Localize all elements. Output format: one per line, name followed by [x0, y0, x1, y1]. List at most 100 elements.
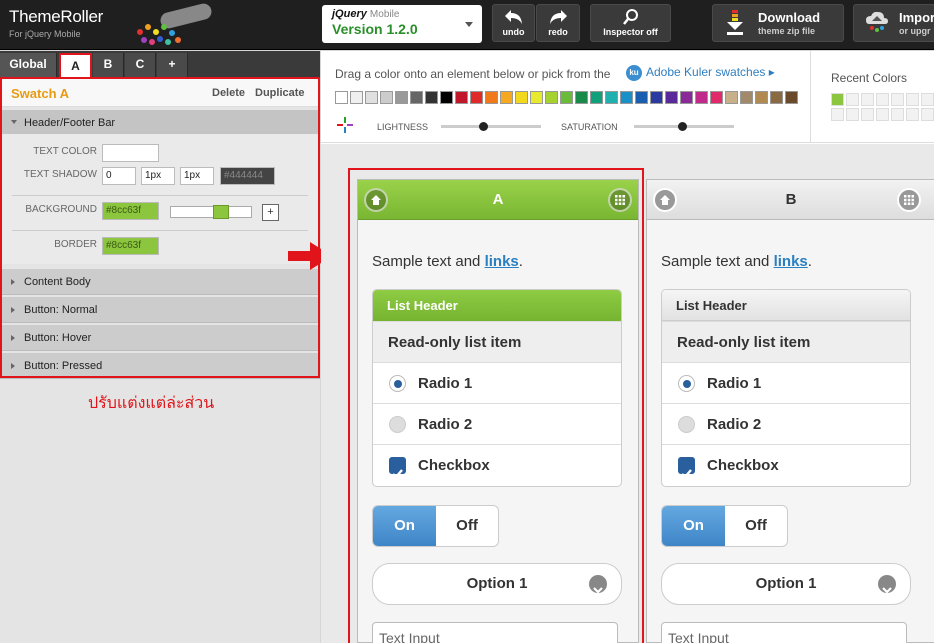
color-swatch[interactable] [605, 91, 618, 104]
radio-1[interactable]: Radio 1 [662, 362, 910, 403]
color-swatch[interactable] [725, 91, 738, 104]
option-select[interactable]: Option 1 [661, 563, 911, 605]
color-swatch[interactable] [635, 91, 648, 104]
swatch-panel: Swatch A Delete Duplicate Header/Footer … [0, 77, 320, 643]
kuler-link[interactable]: ku Adobe Kuler swatches ▸ [626, 65, 775, 81]
color-swatch[interactable] [455, 91, 468, 104]
tab-global[interactable]: Global [0, 53, 57, 77]
slider-handle[interactable] [678, 122, 687, 131]
color-swatch[interactable] [695, 91, 708, 104]
saturation-label: SATURATION [561, 122, 618, 132]
color-swatch[interactable] [425, 91, 438, 104]
inspector-toggle[interactable]: Inspector off [590, 4, 671, 42]
slider-handle[interactable] [479, 122, 488, 131]
kuler-icon: ku [626, 65, 642, 81]
color-swatch[interactable] [365, 91, 378, 104]
download-label: Download [758, 10, 821, 25]
tab-b[interactable]: B [93, 53, 124, 77]
color-swatch[interactable] [710, 91, 723, 104]
color-swatch[interactable] [770, 91, 783, 104]
recent-color-slot[interactable] [861, 93, 874, 106]
saturation-slider[interactable] [634, 122, 734, 131]
tab-a[interactable]: A [59, 53, 92, 77]
flip-on[interactable]: On [662, 506, 725, 546]
recent-color-slot[interactable] [846, 93, 859, 106]
highlight-box [0, 77, 320, 378]
top-bar: ThemeRoller For jQuery Mobile jQuery Mob… [0, 0, 934, 50]
recent-color-slot[interactable] [876, 93, 889, 106]
redo-icon [550, 10, 567, 24]
undo-button[interactable]: undo [492, 4, 535, 42]
text-input[interactable]: Text Input [661, 622, 907, 643]
checkbox[interactable]: Checkbox [662, 444, 910, 485]
lightness-label: LIGHTNESS [377, 122, 429, 132]
color-swatch[interactable] [650, 91, 663, 104]
color-swatch[interactable] [680, 91, 693, 104]
redo-button[interactable]: redo [536, 4, 580, 42]
import-sublabel: or upgr [899, 26, 931, 36]
flip-off[interactable]: Off [725, 506, 787, 546]
undo-icon [504, 10, 522, 24]
tab-c[interactable]: C [125, 53, 156, 77]
radio-2[interactable]: Radio 2 [662, 403, 910, 444]
tab-add[interactable]: + [157, 53, 188, 77]
recent-color-slot[interactable] [831, 108, 844, 121]
list-view: List Header Read-only list item Radio 1 … [661, 289, 911, 487]
checkbox-checked-icon [678, 457, 695, 479]
grid-icon[interactable] [897, 188, 921, 212]
color-swatches [335, 91, 800, 105]
color-swatch[interactable] [380, 91, 393, 104]
color-swatch[interactable] [515, 91, 528, 104]
recent-color-slot[interactable] [921, 108, 934, 121]
color-swatch[interactable] [755, 91, 768, 104]
sample-text: Sample text and links. [661, 253, 812, 270]
crosshair-icon[interactable] [337, 117, 353, 133]
swatch-tabs: Global A B C + [0, 51, 320, 77]
version-label: Version 1.2.0 [332, 21, 418, 37]
recent-color-slot[interactable] [906, 108, 919, 121]
color-swatch[interactable] [485, 91, 498, 104]
flip-switch[interactable]: On Off [661, 505, 788, 547]
recent-color-slot[interactable] [891, 108, 904, 121]
list-header: List Header [662, 290, 910, 321]
color-swatch[interactable] [410, 91, 423, 104]
color-swatch[interactable] [545, 91, 558, 104]
recent-color-slot[interactable] [876, 108, 889, 121]
color-palette: Drag a color onto an element below or pi… [321, 51, 934, 143]
color-swatch[interactable] [440, 91, 453, 104]
recent-color-slot[interactable] [891, 93, 904, 106]
color-swatch[interactable] [560, 91, 573, 104]
color-swatch[interactable] [665, 91, 678, 104]
color-swatch[interactable] [740, 91, 753, 104]
recent-color-slot[interactable] [906, 93, 919, 106]
color-swatch[interactable] [530, 91, 543, 104]
recent-color-slot[interactable] [831, 93, 844, 106]
color-swatch[interactable] [620, 91, 633, 104]
download-icon [727, 10, 743, 35]
sample-link[interactable]: links [774, 253, 808, 270]
version-select[interactable]: jQuery Mobile Version 1.2.0 [322, 5, 482, 43]
recent-color-slot[interactable] [921, 93, 934, 106]
color-swatch[interactable] [590, 91, 603, 104]
lightness-slider[interactable] [441, 122, 541, 131]
magnifier-icon [622, 9, 638, 25]
recent-colors: Recent Colors [810, 51, 934, 143]
recent-color-slot[interactable] [846, 108, 859, 121]
download-button[interactable]: Download theme zip file [712, 4, 844, 42]
color-swatch[interactable] [395, 91, 408, 104]
color-swatch[interactable] [350, 91, 363, 104]
color-swatch[interactable] [335, 91, 348, 104]
undo-label: undo [502, 27, 525, 37]
color-swatch[interactable] [575, 91, 588, 104]
redo-label: redo [548, 27, 568, 37]
color-swatch[interactable] [785, 91, 798, 104]
swatch-b-preview[interactable]: B Sample text and links. List Header Rea… [646, 179, 934, 643]
color-swatch[interactable] [470, 91, 483, 104]
home-icon[interactable] [653, 188, 677, 212]
chevron-down-icon [465, 22, 473, 27]
recent-color-slot[interactable] [861, 108, 874, 121]
radio-on-icon [678, 375, 695, 392]
import-button[interactable]: Impor or upgr [853, 4, 934, 42]
header-bar[interactable]: B [647, 180, 934, 220]
color-swatch[interactable] [500, 91, 513, 104]
